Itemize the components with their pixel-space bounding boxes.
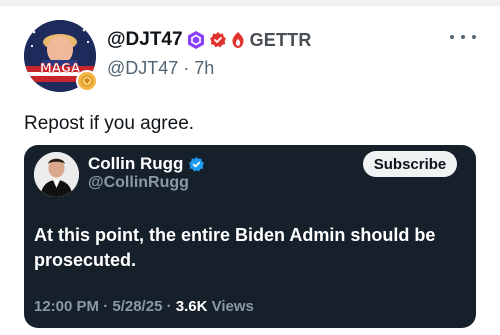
post-text: Repost if you agree. bbox=[24, 113, 195, 134]
quoted-meta: 12:00 PM · 5/28/25 · 3.6K Views bbox=[34, 298, 254, 315]
verified-badge-icon bbox=[188, 156, 205, 173]
quoted-handle[interactable]: @CollinRugg bbox=[88, 174, 189, 192]
quoted-name[interactable]: Collin Rugg bbox=[88, 154, 183, 174]
coin-badge-icon bbox=[76, 70, 98, 92]
quoted-avatar[interactable] bbox=[34, 152, 79, 197]
avatar-logo-text: MAGA bbox=[40, 61, 81, 75]
post-card[interactable]: MAGA @DJT47 GETTR @DJT47 · 7h Repost if … bbox=[0, 6, 500, 335]
quoted-tweet-card[interactable]: Collin Rugg @CollinRugg Subscribe At thi… bbox=[24, 145, 476, 328]
gettr-source-label: GETTR bbox=[249, 29, 312, 50]
views-label: Views bbox=[207, 298, 254, 315]
more-options-icon[interactable] bbox=[450, 30, 476, 44]
red-verified-icon bbox=[209, 31, 227, 49]
handle-time: @DJT47 · 7h bbox=[107, 58, 215, 78]
purple-hexagon-badge-icon bbox=[186, 30, 206, 50]
quoted-timestamp[interactable]: 12:00 PM · 5/28/25 · bbox=[34, 298, 176, 315]
display-name[interactable]: @DJT47 bbox=[107, 29, 183, 51]
gettr-logo-icon bbox=[230, 31, 246, 49]
quoted-text: At this point, the entire Biden Admin sh… bbox=[34, 225, 436, 270]
views-count: 3.6K bbox=[175, 298, 208, 315]
subscribe-button[interactable]: Subscribe bbox=[363, 151, 457, 177]
post-header: @DJT47 GETTR @DJT47 · 7h bbox=[107, 28, 447, 79]
